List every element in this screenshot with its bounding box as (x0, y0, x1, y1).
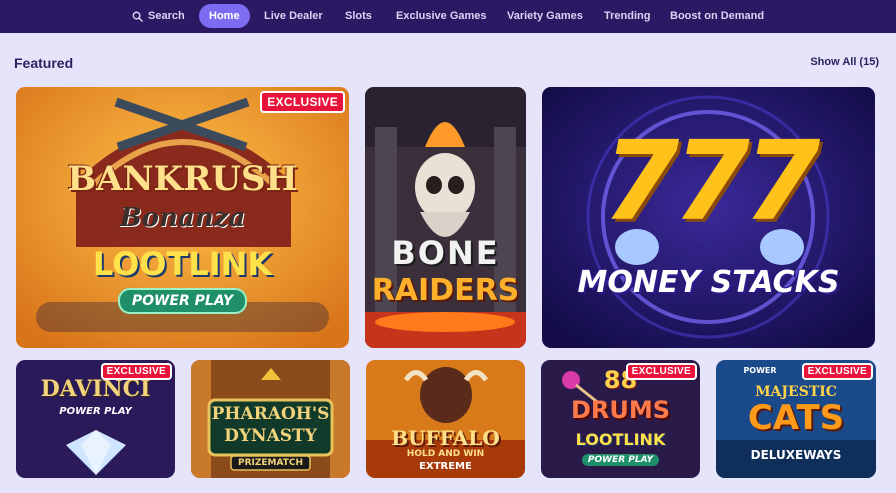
game-tile-majestic-cats[interactable]: POWER MAJESTIC CATS DELUXEWAYS EXCLUSIVE (716, 360, 876, 478)
game-tile-davinci[interactable]: DAVINCI POWER PLAY EXCLUSIVE (16, 360, 175, 478)
davinci-powerplay: POWER PLAY (59, 406, 132, 417)
game-tile-bone-raiders[interactable]: BONE RAIDERS (365, 87, 526, 348)
pharaohs-prizematch: PRIZEMATCH (237, 458, 304, 468)
exclusive-badge: EXCLUSIVE (260, 91, 345, 113)
drums-powerplay-label: POWER PLAY (581, 454, 660, 466)
drums-loot: LOOT (575, 430, 624, 449)
bankrush-subtitle: Bonanza (119, 203, 246, 233)
game-tile-bankrush-bonanza[interactable]: BANKRUSH Bonanza LOOTLINK POWER PLAY EXC… (16, 87, 349, 348)
buffalo-extreme: EXTREME (419, 461, 472, 472)
nav-live-dealer[interactable]: Live Dealer (264, 4, 323, 28)
search-icon (132, 11, 143, 22)
bone-raiders-title: BONE (391, 234, 500, 272)
pharaohs-title: PHARAOH'S (211, 404, 330, 424)
game-tile-88-drums[interactable]: 88 DRUMS LOOTLINK POWER PLAY EXCLUSIVE (541, 360, 700, 478)
bone-raiders-subtitle: RAIDERS (371, 273, 520, 308)
buffalo-holdwin: HOLD AND WIN (406, 449, 485, 459)
nav-trending[interactable]: Trending (604, 4, 650, 28)
bankrush-lootlink: LOOTLINK (16, 245, 349, 283)
exclusive-badge: EXCLUSIVE (801, 363, 873, 380)
money-stacks-777: 777 (602, 117, 821, 245)
money-stacks-title: MONEY STACKS (577, 265, 840, 300)
drums-title: DRUMS (570, 396, 671, 424)
top-navigation: Search Home Live Dealer Slots Exclusive … (0, 0, 896, 33)
bankrush-loot: LOOT (92, 245, 189, 283)
game-tile-money-stacks[interactable]: 777 MONEY STACKS (542, 87, 875, 348)
drums-powerplay: POWER PLAY (541, 454, 700, 466)
bankrush-powerplay: POWER PLAY (16, 288, 349, 314)
nav-search-label: Search (148, 10, 185, 22)
cats-title: CATS (747, 398, 845, 438)
nav-variety-games[interactable]: Variety Games (507, 4, 583, 28)
game-tile-buffalo[interactable]: BUFFALO HOLD AND WIN EXTREME (366, 360, 525, 478)
bankrush-powerplay-label: POWER PLAY (117, 288, 248, 314)
exclusive-badge: EXCLUSIVE (625, 363, 697, 380)
nav-slots[interactable]: Slots (345, 4, 372, 28)
bankrush-link: LINK (188, 245, 273, 283)
bone-raiders-artwork (365, 87, 526, 348)
game-tile-pharaohs-dynasty[interactable]: PHARAOH'S DYNASTY PRIZEMATCH (191, 360, 350, 478)
nav-boost-on-demand[interactable]: Boost on Demand (670, 4, 764, 28)
nav-exclusive-games[interactable]: Exclusive Games (396, 4, 487, 28)
exclusive-badge: EXCLUSIVE (100, 363, 172, 380)
section-title: Featured (14, 55, 74, 71)
bankrush-title: BANKRUSH (67, 159, 298, 199)
drums-lootlink: LOOTLINK (541, 430, 700, 449)
nav-search[interactable]: Search (132, 4, 185, 28)
show-all-link[interactable]: Show All (15) (810, 56, 879, 68)
buffalo-title: BUFFALO (391, 426, 500, 450)
pharaohs-subtitle: DYNASTY (224, 426, 317, 446)
nav-home[interactable]: Home (199, 4, 250, 28)
drums-link: LINK (623, 430, 666, 449)
cats-deluxeways: DELUXEWAYS (750, 448, 842, 462)
